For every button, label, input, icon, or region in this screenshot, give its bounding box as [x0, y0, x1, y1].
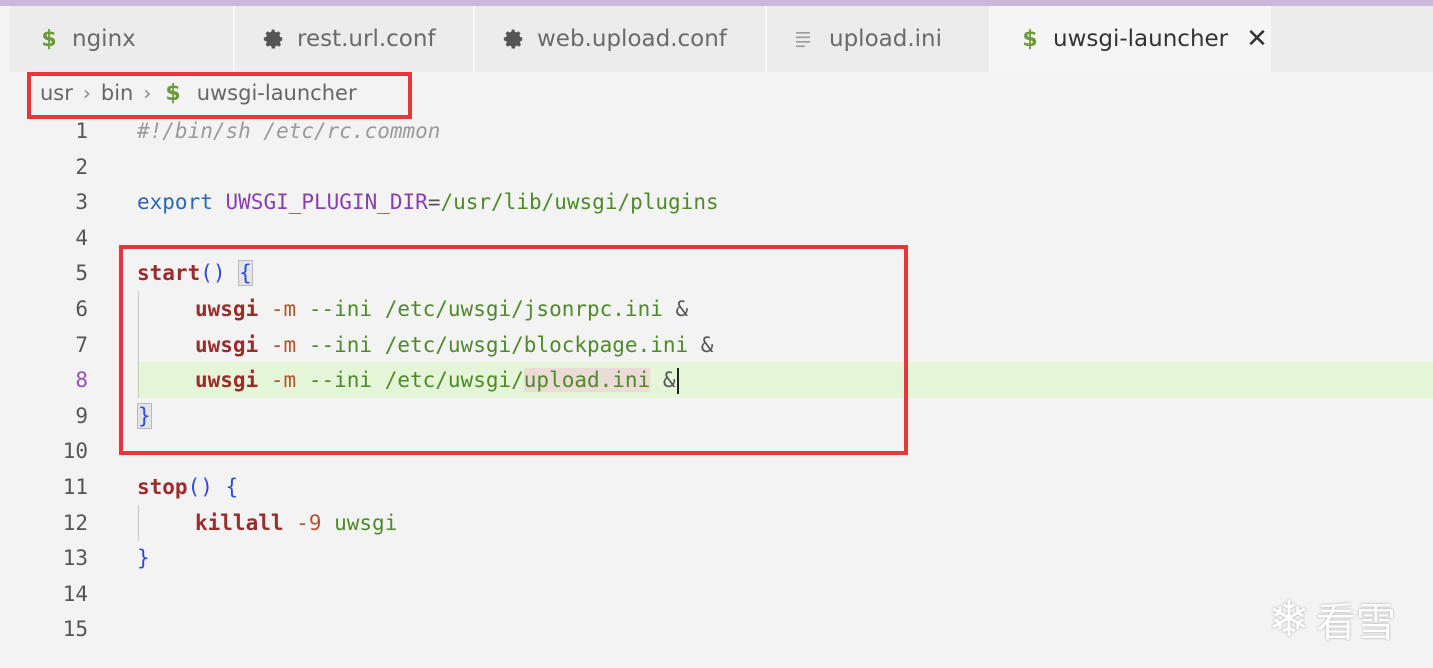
tab-label: web.upload.conf [537, 26, 727, 52]
tab-label: uwsgi-launcher [1053, 26, 1229, 52]
line-number: 2 [75, 155, 88, 179]
line-number: 5 [75, 261, 88, 285]
line-number: 15 [62, 617, 88, 641]
line-number: 13 [62, 546, 88, 570]
code-line-1: #!/bin/sh /etc/rc.common [137, 113, 440, 149]
tab-label: rest.url.conf [297, 26, 436, 52]
cmd-killall: killall [195, 511, 284, 535]
killall-arg: uwsgi [334, 511, 398, 535]
code-line-3: export UWSGI_PLUGIN_DIR=/usr/lib/uwsgi/p… [137, 184, 719, 220]
gear-icon [263, 28, 285, 50]
tab-nginx[interactable]: $ nginx [10, 6, 235, 72]
shebang-comment: #!/bin/sh /etc/rc.common [137, 119, 441, 143]
equals-sign: = [427, 190, 441, 214]
parens: () [187, 475, 213, 499]
code-line-13: } [137, 540, 150, 576]
watermark-text: 看雪 [1315, 600, 1396, 646]
tab-uwsgi-launcher[interactable]: $ uwsgi-launcher ✕ [991, 6, 1271, 72]
lines-icon [795, 30, 817, 48]
flag-9: -9 [296, 511, 322, 535]
line-number: 4 [75, 226, 88, 250]
gear-icon [503, 28, 525, 50]
annotation-box-breadcrumb [27, 72, 412, 119]
open-brace: { [225, 475, 239, 499]
code-line-11: stop() { [137, 469, 238, 505]
watermark: ❄ 看雪 [1268, 590, 1396, 648]
tab-label: upload.ini [829, 26, 943, 52]
line-number: 10 [62, 439, 88, 463]
code-line-12: killall -9 uwsgi [137, 505, 397, 541]
line-number: 14 [62, 582, 88, 606]
tab-label: nginx [72, 26, 136, 52]
keyword-export: export [137, 190, 213, 214]
tab-web-upload-conf[interactable]: web.upload.conf [475, 6, 767, 72]
dollar-icon: $ [41, 26, 57, 52]
tab-rest-url-conf[interactable]: rest.url.conf [235, 6, 475, 72]
plugin-path: /usr/lib/uwsgi/plugins [440, 190, 719, 214]
env-variable: UWSGI_PLUGIN_DIR [225, 190, 428, 214]
dollar-icon: $ [1022, 26, 1038, 52]
line-number: 9 [75, 404, 88, 428]
line-number: 11 [62, 475, 88, 499]
tab-upload-ini[interactable]: upload.ini [767, 6, 991, 72]
close-brace: } [137, 546, 150, 570]
close-icon[interactable]: ✕ [1246, 24, 1268, 54]
line-number: 12 [62, 511, 88, 535]
line-number: 7 [75, 333, 88, 357]
line-number: 6 [75, 297, 88, 321]
line-number-current: 8 [75, 368, 88, 392]
annotation-box-start-function [119, 245, 908, 455]
function-stop: stop [137, 475, 188, 499]
tab-bar: $ nginx rest.url.conf web.upload.conf up… [10, 6, 1433, 72]
line-number: 3 [75, 190, 88, 214]
snowflake-icon: ❄ [1268, 590, 1310, 648]
line-number: 1 [75, 119, 88, 143]
